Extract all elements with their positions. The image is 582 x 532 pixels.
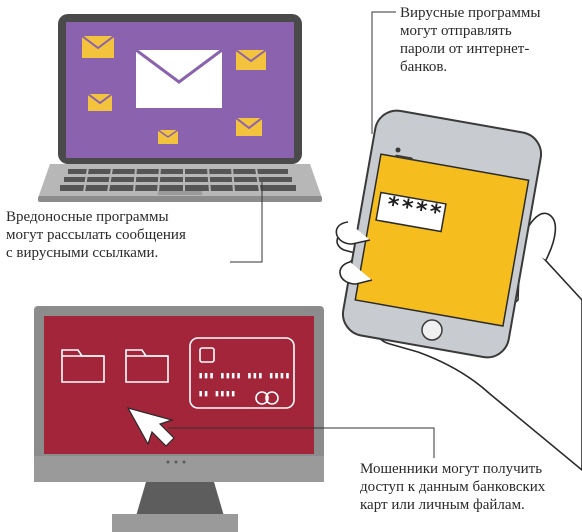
envelope-icon (235, 49, 267, 70)
envelope-icon (157, 129, 179, 144)
caption-line: банков. (400, 59, 448, 75)
phone-caption: Вирусные программы могут отправлять паро… (400, 4, 540, 76)
envelope-icon (135, 48, 223, 108)
caption-line: могут рассылать сообщения (6, 227, 186, 243)
laptop-icon (38, 14, 322, 202)
laptop-caption: Вредоносные программы могут рассылать со… (6, 208, 186, 262)
caption-line: Вредоносные программы (6, 209, 169, 225)
card-name-text: ▮▮ ▮▮▮▮ (198, 389, 236, 399)
caption-line: с вирусными ссылками. (6, 245, 159, 261)
infographic-artwork (34, 11, 582, 532)
laptop-keyboard (60, 169, 296, 191)
monitor-icon (34, 306, 324, 532)
caption-line: Вирусные программы (400, 5, 541, 21)
caption-line: могут отправлять (400, 23, 512, 39)
home-button (421, 319, 443, 341)
card-number-text: ▮▮▮ ▮▮▮▮ ▮▮▮ ▮▮▮▮ (198, 371, 291, 381)
phone-screen (354, 153, 530, 327)
envelope-icon (87, 93, 113, 111)
caption-line: пароли от интернет- (400, 41, 530, 57)
caption-line: карт или личным файлам. (360, 497, 525, 513)
caption-line: доступ к данным банковских (360, 479, 546, 495)
envelope-icon (81, 35, 115, 58)
envelope-icon (235, 117, 263, 136)
caption-line: Мошенники могут получить (360, 461, 543, 477)
monitor-caption: Мошенники могут получить доступ к данным… (360, 460, 545, 514)
monitor-screen (44, 316, 314, 454)
